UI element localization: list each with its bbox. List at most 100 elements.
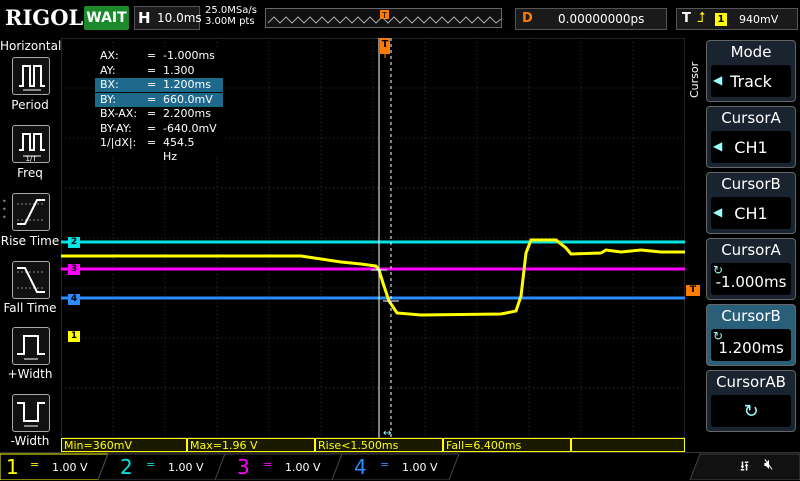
memory-depth: 3.00M pts (205, 16, 255, 27)
cursor-a-position-caption: CursorA (721, 241, 781, 259)
run-status-badge[interactable]: WAIT (84, 6, 129, 30)
cursor-readout-key: AY: (100, 63, 116, 77)
usb-icon: ⭿ (740, 459, 750, 475)
cursor-b-position-caption: CursorB (721, 307, 781, 325)
svg-text:1/T: 1/T (25, 155, 37, 162)
measure-empty-slot[interactable] (571, 438, 685, 452)
cursor-b-source-button[interactable]: CursorB ◀ CH1 (706, 172, 796, 234)
ch2-scale[interactable]: 1.00 V (168, 461, 204, 474)
rigol-logo: RIGOL (5, 5, 84, 30)
cursor-a-source-caption: CursorA (721, 109, 781, 127)
cursor-b-source-value: CH1 (734, 204, 768, 223)
mode-caption: Mode (730, 43, 772, 61)
period-label: Period (11, 98, 49, 112)
ch4-scale[interactable]: 1.00 V (402, 461, 438, 474)
cursor-readout-eq: = (147, 136, 157, 149)
timebase-value: 10.0ms (157, 11, 202, 25)
cursor-readout-eq: = (147, 49, 157, 62)
rising-edge-icon: ⮥ (697, 10, 706, 26)
waveform-display[interactable]: AX:=-1.000msAY:=1.300 VBX:=1.200msBY:=66… (60, 37, 686, 439)
freq-label: Freq (17, 166, 43, 180)
right-menu-side-label: Cursor (688, 61, 701, 98)
cursor-readout-eq: = (147, 107, 157, 120)
trigger-position-bar[interactable]: T (265, 8, 502, 28)
measure-rise[interactable]: Rise<1.500ms (315, 438, 443, 452)
measure-max[interactable]: Max=1.96 V (187, 438, 315, 452)
positive-width-button[interactable] (12, 327, 50, 365)
cursor-readout-value: 2.200ms (163, 107, 211, 120)
cursor-readout-row: BY: = 660.0mV (95, 92, 223, 107)
cursor-readout-value: -1.000ms (163, 49, 215, 62)
trigger-config[interactable]: T ⮥ 1 940mV (676, 8, 798, 30)
cursor-a-position-button[interactable]: CursorA ↻ -1.000ms (706, 238, 796, 300)
negative-width-icon (17, 402, 45, 427)
cursor-readout-panel: AX:=-1.000msAY:=1.300 VBX:=1.200msBY:=66… (95, 47, 225, 163)
ch4-offset-marker[interactable]: 4 (68, 294, 80, 305)
period-icon (19, 65, 45, 91)
ch3-number[interactable]: 3 (237, 455, 250, 479)
cursor-b-source-caption: CursorB (721, 175, 781, 193)
timebase-indicator[interactable]: H 10.0ms (134, 6, 202, 30)
cursor-readout-key: BX: (100, 78, 119, 91)
cursor-a-source-value: CH1 (734, 138, 768, 157)
cursor-readout-value: -640.0mV (163, 121, 217, 135)
ch4-number[interactable]: 4 (354, 455, 367, 479)
cursor-b-position-button[interactable]: CursorB ↻ 1.200ms (706, 304, 796, 366)
trigger-type-label: T (682, 11, 691, 26)
cursor-readout-row: BX: = 1.200ms (95, 78, 223, 92)
cursor-readout-value: 660.0mV (163, 92, 213, 106)
negative-width-button[interactable] (12, 394, 50, 432)
fall-time-button[interactable] (12, 261, 50, 299)
menu-page-dots: • • • (2, 197, 7, 222)
ch1-number[interactable]: 1 (6, 455, 19, 479)
cursor-ab-caption: CursorAB (716, 373, 786, 391)
cursor-readout-value: 454.5 Hz (163, 136, 195, 163)
ch3-scale[interactable]: 1.00 V (285, 461, 321, 474)
measure-fall[interactable]: Fall=6.400ms (443, 438, 571, 452)
ch3-coupling-icon: = (263, 458, 273, 471)
period-button[interactable] (12, 57, 50, 95)
rise-time-button[interactable] (12, 193, 50, 231)
memory-waveform-overview: T (267, 10, 502, 24)
ch4-coupling-icon: = (380, 458, 390, 471)
delay-indicator[interactable]: D 0.00000000ps (515, 8, 667, 30)
cursor-readout-value: 1.200ms (163, 78, 211, 91)
left-menu-title: Horizontal (0, 39, 62, 53)
freq-icon: 1/T (19, 133, 45, 163)
ch2-offset-marker[interactable]: 2 (68, 237, 80, 248)
rise-time-label: Rise Time (0, 234, 60, 248)
sample-rate: 25.0MSa/s (205, 5, 257, 16)
ch1-coupling-icon: = (30, 458, 40, 471)
speaker-mute-icon[interactable]: 🔇︎ (764, 455, 773, 473)
cursor-readout-eq: = (147, 78, 157, 91)
cursor-readout-key: AX: (100, 49, 119, 62)
rise-time-icon (17, 199, 45, 225)
cursor-a-position-value: -1.000ms (715, 273, 787, 291)
measure-min[interactable]: Min=360mV (61, 438, 187, 452)
cursor-readout-key: 1/|dX|: (100, 136, 137, 149)
ch1-scale[interactable]: 1.00 V (52, 461, 88, 474)
trigger-level-marker[interactable]: T (686, 285, 700, 296)
delay-label: D (522, 11, 533, 26)
fall-time-label: Fall Time (3, 301, 57, 315)
cursor-readout-eq: = (147, 92, 157, 106)
mode-button[interactable]: Mode ◀ Track (706, 40, 796, 102)
cursor-readout-key: BX-AX: (100, 107, 138, 120)
ch1-offset-marker[interactable]: 1 (68, 331, 80, 342)
ch2-number[interactable]: 2 (120, 455, 133, 479)
negative-width-label: -Width (10, 434, 50, 448)
cursor-readout-eq: = (147, 121, 157, 135)
mode-value: Track (730, 72, 772, 91)
cursor-a-source-button[interactable]: CursorA ◀ CH1 (706, 106, 796, 168)
positive-width-icon (17, 335, 45, 360)
cursor-readout-eq: = (147, 63, 157, 77)
fall-time-icon (17, 267, 45, 293)
timebase-label: H (138, 9, 151, 27)
acquisition-info: 25.0MSa/s 3.00M pts (205, 5, 257, 27)
ch2-coupling-icon: = (146, 458, 156, 471)
trigger-time-marker[interactable]: T (380, 38, 390, 54)
trigger-source-badge: 1 (715, 13, 727, 26)
ch3-offset-marker[interactable]: 3 (68, 264, 80, 275)
freq-button[interactable]: 1/T (12, 125, 50, 163)
cursor-ab-button[interactable]: CursorAB ↻ (706, 370, 796, 432)
